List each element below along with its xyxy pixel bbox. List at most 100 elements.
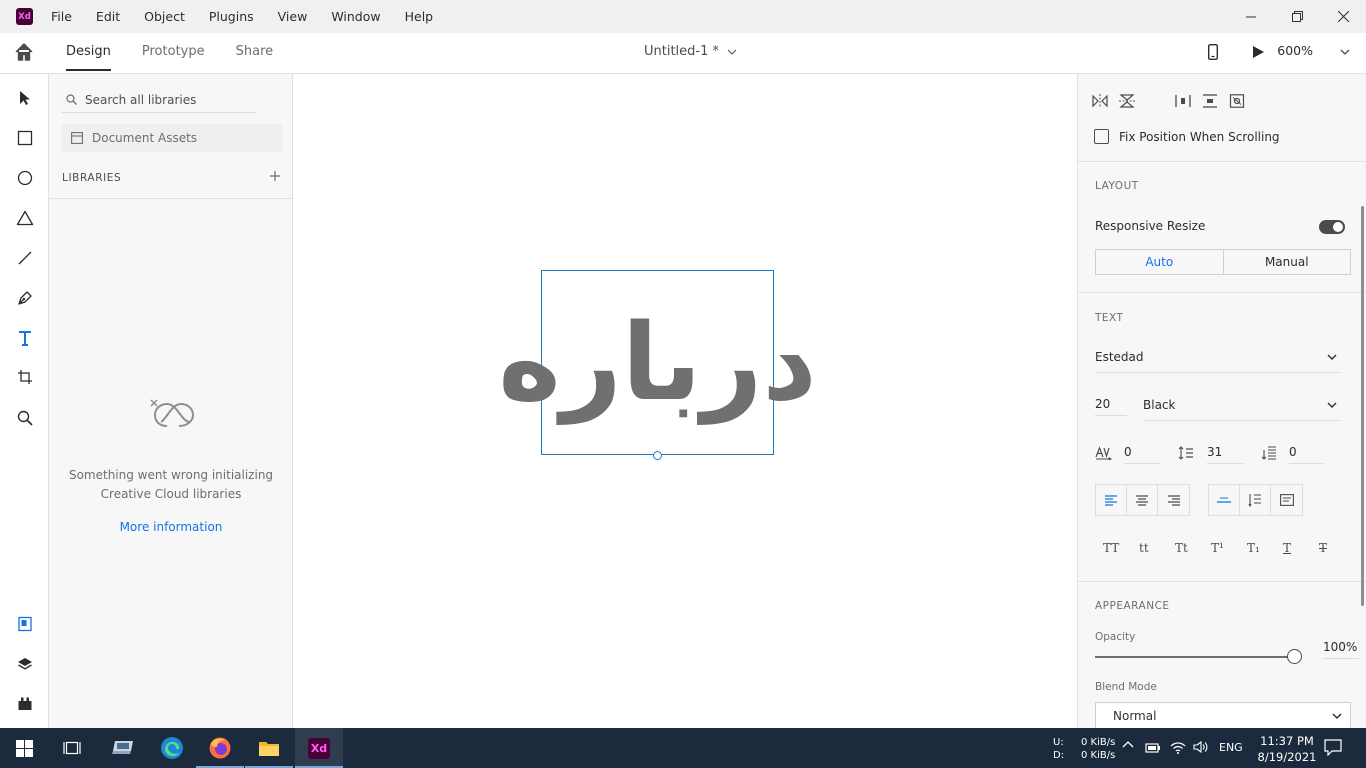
tab-prototype[interactable]: Prototype <box>142 33 205 73</box>
fix-position-row[interactable]: Fix Position When Scrolling <box>1094 129 1280 144</box>
align-right-icon[interactable] <box>1158 485 1189 515</box>
notification-icon[interactable] <box>1324 739 1342 756</box>
layers-icon[interactable] <box>15 654 35 674</box>
paragraph-spacing-field[interactable]: 0 <box>1289 442 1323 464</box>
subscript-button[interactable]: T₁ <box>1247 541 1283 555</box>
minimize-button[interactable] <box>1228 0 1274 33</box>
distribute-toolbar <box>1092 94 1256 108</box>
taskbar-app-firefox[interactable] <box>196 728 244 768</box>
align-center-icon[interactable] <box>1127 485 1158 515</box>
opacity-slider-thumb[interactable] <box>1287 649 1302 664</box>
plugins-icon[interactable] <box>15 694 35 714</box>
artboard-tool-icon[interactable] <box>15 367 35 387</box>
device-preview-icon[interactable] <box>1208 44 1218 60</box>
align-left-icon[interactable] <box>1096 485 1127 515</box>
auto-height-icon[interactable] <box>1240 485 1271 515</box>
chevron-down-icon <box>1332 713 1342 719</box>
system-clock[interactable]: 11:37 PM 8/19/2021 <box>1252 733 1322 765</box>
more-information-link[interactable]: More information <box>49 520 293 534</box>
taskbar-app-xd[interactable]: Xd <box>295 728 343 768</box>
document-assets-item[interactable]: Document Assets <box>62 124 282 152</box>
selection-handle[interactable] <box>653 451 662 460</box>
auto-width-icon[interactable] <box>1209 485 1240 515</box>
opacity-slider-track[interactable] <box>1095 656 1293 658</box>
lowercase-button[interactable]: tt <box>1139 541 1175 555</box>
design-canvas[interactable]: درباره <box>294 74 1077 728</box>
distribute-vertical-icon[interactable] <box>1202 94 1218 108</box>
home-icon[interactable] <box>14 43 34 61</box>
fixed-size-icon[interactable] <box>1271 485 1302 515</box>
taskbar-app-explorer[interactable] <box>245 728 293 768</box>
fix-position-label: Fix Position When Scrolling <box>1119 129 1280 144</box>
polygon-tool-icon[interactable] <box>15 208 35 228</box>
blend-mode-dropdown[interactable]: Normal <box>1095 702 1351 728</box>
taskbar-app-edge[interactable] <box>148 728 196 768</box>
manual-button[interactable]: Manual <box>1224 250 1351 274</box>
menu-object[interactable]: Object <box>144 9 185 24</box>
distribute-horizontal-icon[interactable] <box>1175 94 1191 108</box>
strikethrough-button[interactable]: T <box>1319 541 1355 555</box>
download-speed: 0 KiB/s <box>1081 750 1116 761</box>
auto-button[interactable]: Auto <box>1096 250 1224 274</box>
line-spacing-field[interactable]: 31 <box>1207 442 1243 464</box>
close-button[interactable] <box>1320 0 1366 33</box>
flip-horizontal-icon[interactable] <box>1092 94 1108 108</box>
task-view-button[interactable] <box>48 728 96 768</box>
xd-logo-icon: Xd <box>16 8 33 25</box>
flip-vertical-icon[interactable] <box>1119 94 1135 108</box>
document-title[interactable]: Untitled-1 * <box>644 44 737 59</box>
responsive-resize-toggle[interactable] <box>1319 220 1345 234</box>
search-icon <box>66 94 77 105</box>
property-inspector: Fix Position When Scrolling LAYOUT Respo… <box>1077 74 1366 728</box>
taskbar: Xd U: D: 0 KiB/s 0 KiB/s ENG 11:37 PM 8/… <box>0 728 1366 768</box>
zoom-chevron-down-icon[interactable] <box>1340 49 1350 55</box>
opacity-label: Opacity <box>1095 631 1136 643</box>
input-language[interactable]: ENG <box>1219 741 1243 754</box>
menu-plugins[interactable]: Plugins <box>209 9 254 24</box>
character-spacing-field[interactable]: 0 <box>1124 442 1160 464</box>
line-tool-icon[interactable] <box>15 248 35 268</box>
menu-window[interactable]: Window <box>331 9 380 24</box>
selected-text-object[interactable]: درباره <box>498 270 817 455</box>
fix-position-checkbox[interactable] <box>1094 129 1109 144</box>
libraries-panel-icon[interactable] <box>15 614 35 634</box>
taskbar-app-computer[interactable] <box>99 728 147 768</box>
pen-tool-icon[interactable] <box>15 288 35 308</box>
align-to-pixel-grid-icon[interactable] <box>1229 94 1245 108</box>
xd-app-icon: Xd <box>308 737 330 759</box>
select-tool-icon[interactable] <box>15 88 35 108</box>
start-button[interactable] <box>0 728 48 768</box>
battery-icon[interactable] <box>1145 740 1161 754</box>
text-tool-icon[interactable] <box>15 328 35 348</box>
search-input[interactable] <box>85 92 255 107</box>
zoom-tool-icon[interactable] <box>15 408 35 428</box>
uppercase-button[interactable]: TT <box>1103 541 1139 555</box>
text-box-mode-group <box>1208 484 1303 516</box>
paragraph-spacing-icon <box>1261 446 1277 460</box>
ellipse-tool-icon[interactable] <box>15 168 35 188</box>
zoom-level[interactable]: 600% <box>1277 43 1313 58</box>
chevron-up-icon[interactable] <box>1122 740 1134 748</box>
tab-share[interactable]: Share <box>236 33 274 73</box>
upload-label: U: <box>1053 737 1064 748</box>
superscript-button[interactable]: T¹ <box>1211 541 1247 555</box>
inspector-scrollbar[interactable] <box>1361 206 1364 606</box>
menu-file[interactable]: File <box>51 9 72 24</box>
menu-view[interactable]: View <box>278 9 308 24</box>
font-family-dropdown[interactable]: Estedad <box>1095 350 1341 373</box>
rectangle-tool-icon[interactable] <box>15 128 35 148</box>
menu-edit[interactable]: Edit <box>96 9 120 24</box>
font-size-field[interactable]: 20 <box>1095 394 1127 416</box>
opacity-value-field[interactable]: 100% <box>1323 640 1359 659</box>
tab-design[interactable]: Design <box>66 33 111 71</box>
font-weight-dropdown[interactable]: Black <box>1143 398 1341 421</box>
volume-icon[interactable] <box>1193 740 1209 754</box>
underline-button[interactable]: T <box>1283 541 1319 555</box>
titlecase-button[interactable]: Tt <box>1175 541 1211 555</box>
wifi-icon[interactable] <box>1170 740 1186 754</box>
add-library-icon[interactable] <box>269 170 281 182</box>
play-icon[interactable] <box>1252 45 1265 59</box>
restore-button[interactable] <box>1274 0 1320 33</box>
libraries-panel: Document Assets LIBRARIES Something went… <box>49 74 293 728</box>
menu-help[interactable]: Help <box>405 9 434 24</box>
